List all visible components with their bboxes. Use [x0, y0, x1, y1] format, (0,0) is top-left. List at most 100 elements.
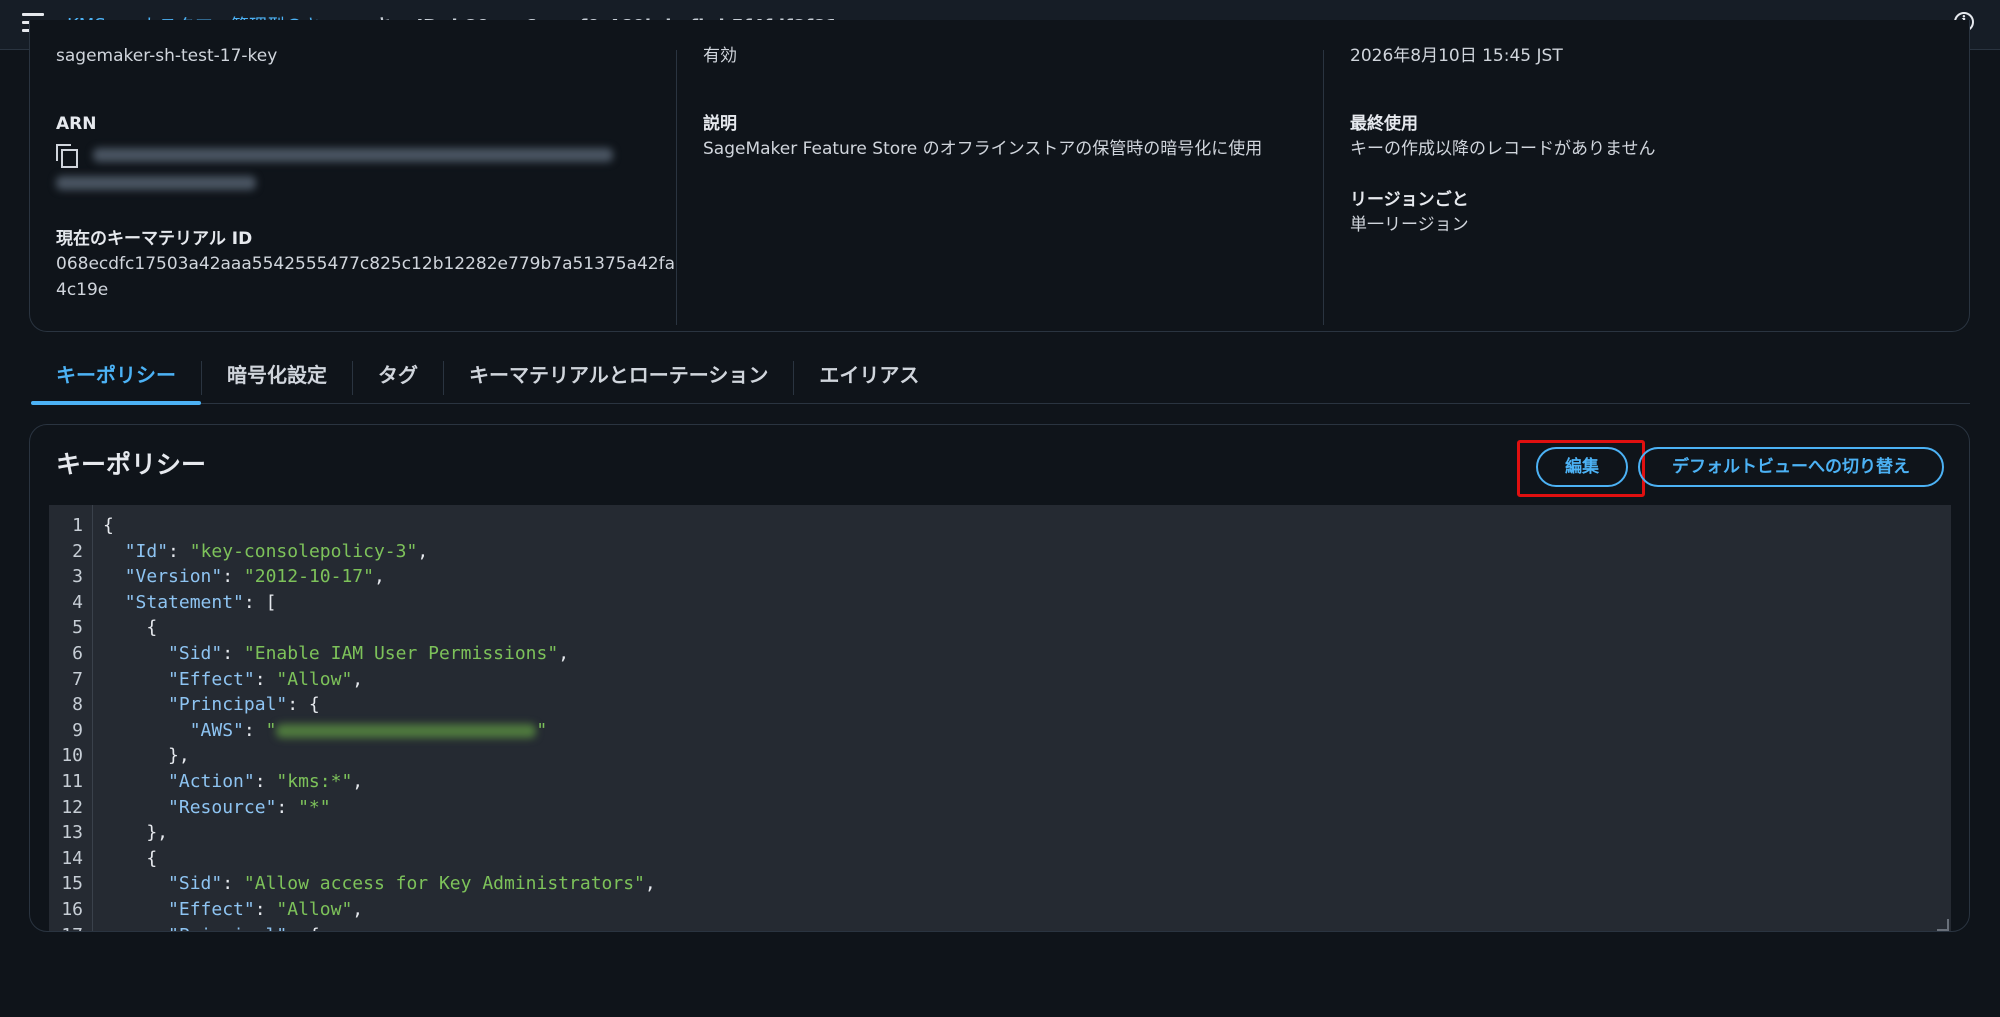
line-number: 5 — [72, 617, 83, 639]
key-details-panel: sagemaker-sh-test-17-key ARN 現在のキーマテリアル … — [29, 20, 1970, 332]
line-number: 3 — [72, 566, 83, 588]
arn-label: ARN — [56, 114, 97, 134]
arn-value-redacted — [93, 148, 614, 162]
code-token: { — [103, 515, 114, 536]
code-line: "Effect": "Allow", — [103, 667, 656, 693]
policy-code-editor[interactable]: 1234567891011121314151617 { "Id": "key-c… — [49, 505, 1951, 932]
code-token: "*" — [298, 796, 331, 818]
code-token: , — [373, 566, 385, 588]
tab-aliases[interactable]: エイリアス — [794, 352, 944, 404]
column-divider — [676, 50, 677, 325]
key-policy-panel: キーポリシー 編集 デフォルトビューへの切り替え 1 2 3 4 5 6 7 8 9 10 11 12… — [29, 424, 1970, 932]
code-line: }, — [103, 820, 656, 846]
code-token: "Allow" — [276, 668, 353, 690]
code-token: , — [352, 770, 364, 792]
code-token: : — [254, 770, 277, 792]
code-line: "AWS": " " — [103, 718, 656, 744]
line-number: 9 — [72, 719, 83, 741]
code-token: "Resource" — [168, 796, 277, 818]
tab-encryption-settings[interactable]: 暗号化設定 — [202, 352, 352, 404]
code-line: "Action": "kms:*", — [103, 769, 656, 795]
regionality-field: リージョンごと 単一リージョン — [1350, 188, 1469, 238]
key-material-field: 現在のキーマテリアル ID 068ecdfc17503a42aaa5542555… — [56, 227, 675, 303]
code-token: "kms:*" — [276, 770, 353, 792]
last-used-label: 最終使用 — [1350, 114, 1418, 134]
code-token: , — [558, 642, 570, 664]
code-token: "Principal" — [168, 925, 287, 932]
code-line: { — [103, 615, 656, 641]
code-token: " — [265, 719, 277, 741]
code-token: , — [417, 540, 429, 562]
edit-button[interactable]: 編集 — [1536, 447, 1628, 487]
code-token: "Id" — [124, 540, 169, 562]
code-token: { — [103, 617, 158, 639]
code-token: "Allow" — [276, 898, 353, 920]
code-token: }, — [103, 822, 169, 844]
code-token: : — [254, 668, 277, 690]
code-token: "Sid" — [168, 873, 223, 895]
redacted-account-arn — [276, 723, 537, 738]
alias-value: sagemaker-sh-test-17-key — [56, 46, 278, 66]
code-token: : — [168, 540, 190, 562]
code-line: "Sid": "Enable IAM User Permissions", — [103, 641, 656, 667]
code-lines: { "Id": "key-consolepolicy-3", "Version"… — [103, 513, 656, 932]
panel-title: キーポリシー — [56, 450, 207, 479]
code-token: : — [222, 642, 244, 664]
code-line: "Version": "2012-10-17", — [103, 564, 656, 590]
code-token: " — [536, 719, 548, 741]
code-token: "Effect" — [168, 668, 255, 690]
resize-handle-icon[interactable] — [1937, 919, 1949, 931]
code-line: "Statement": [ — [103, 590, 656, 616]
regionality-label: リージョンごと — [1350, 190, 1469, 210]
line-number: 15 — [61, 873, 83, 895]
code-line: { — [103, 513, 656, 539]
line-number: 1 — [72, 515, 83, 536]
code-token: "Principal" — [168, 694, 288, 716]
code-token: "Sid" — [168, 642, 223, 664]
line-number: 12 — [61, 796, 83, 818]
description-label: 説明 — [703, 114, 737, 134]
description-field: 説明 SageMaker Feature Store のオフラインストアの保管時… — [703, 112, 1262, 162]
code-token: : { — [287, 925, 320, 932]
tab-key-policy[interactable]: キーポリシー — [31, 352, 201, 405]
code-line: "Id": "key-consolepolicy-3", — [103, 539, 656, 565]
code-token: : — [276, 796, 299, 818]
code-token: : — [222, 566, 244, 588]
tab-tags[interactable]: タグ — [353, 352, 443, 404]
arn-value-redacted-line2 — [56, 176, 256, 190]
alias-field: sagemaker-sh-test-17-key — [56, 43, 277, 69]
created-value: 2026年8月10日 15:45 JST — [1350, 46, 1563, 66]
line-number: 16 — [61, 898, 83, 920]
code-token: : [ — [243, 591, 277, 613]
code-token: "Statement" — [124, 591, 244, 613]
line-number: 13 — [61, 822, 83, 844]
code-line: { — [103, 846, 656, 872]
code-token: "Effect" — [168, 898, 255, 920]
regionality-value: 単一リージョン — [1350, 215, 1469, 235]
copy-icon[interactable] — [56, 144, 78, 168]
code-token: : — [222, 873, 244, 895]
key-tabs: キーポリシー 暗号化設定 タグ キーマテリアルとローテーション エイリアス — [31, 352, 1970, 405]
last-used-field: 最終使用 キーの作成以降のレコードがありません — [1350, 112, 1656, 162]
tab-key-material-rotation[interactable]: キーマテリアルとローテーション — [444, 352, 793, 404]
line-number: 10 — [61, 745, 83, 767]
line-numbers: 1234567891011121314151617 — [49, 513, 83, 931]
line-number: 4 — [72, 591, 83, 613]
arn-field: ARN — [56, 112, 614, 196]
code-token: "key-consolepolicy-3" — [189, 540, 418, 562]
code-line: "Resource": "*" — [103, 795, 656, 821]
line-number: 6 — [72, 642, 83, 664]
switch-to-default-view-button[interactable]: デフォルトビューへの切り替え — [1638, 447, 1944, 487]
code-line: "Sid": "Allow access for Key Administrat… — [103, 871, 656, 897]
code-token: }, — [103, 745, 190, 767]
line-number: 7 — [72, 668, 83, 690]
